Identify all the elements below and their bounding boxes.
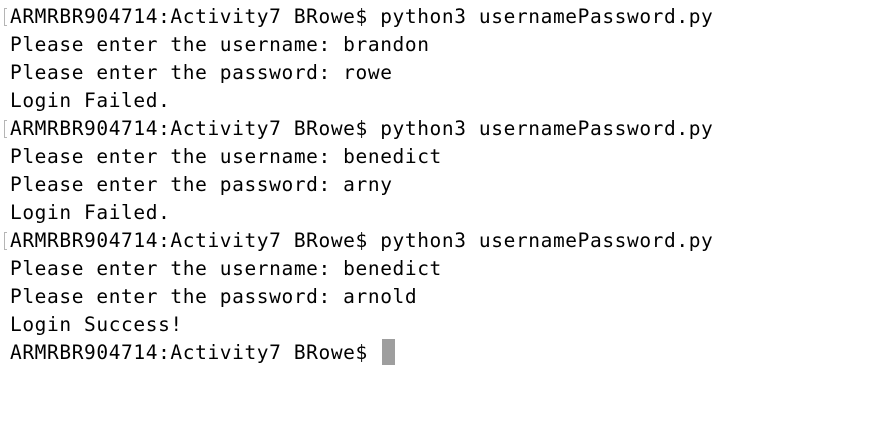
terminal-line: Please enter the username: brandon xyxy=(0,31,878,59)
terminal-line-text: Login Failed. xyxy=(10,201,171,224)
terminal-line: ARMRBR904714:Activity7 BRowe$ python3 us… xyxy=(0,115,878,143)
terminal-line-text: ARMRBR904714:Activity7 BRowe$ python3 us… xyxy=(10,5,714,28)
terminal-line-text: Please enter the username: brandon xyxy=(10,33,430,56)
terminal-line-text: ARMRBR904714:Activity7 BRowe$ python3 us… xyxy=(10,229,714,252)
terminal-line: ARMRBR904714:Activity7 BRowe$ python3 us… xyxy=(0,227,878,255)
terminal-line-text: Login Success! xyxy=(10,313,183,336)
terminal-line: Login Failed. xyxy=(0,87,878,115)
terminal-line-text: Please enter the username: benedict xyxy=(10,257,442,280)
terminal-line-text: Please enter the password: arny xyxy=(10,173,393,196)
terminal-window[interactable]: ARMRBR904714:Activity7 BRowe$ python3 us… xyxy=(0,0,878,422)
terminal-prompt: ARMRBR904714:Activity7 BRowe$ xyxy=(10,341,381,364)
terminal-output: ARMRBR904714:Activity7 BRowe$ python3 us… xyxy=(0,3,878,339)
terminal-line: Please enter the username: benedict xyxy=(0,255,878,283)
terminal-line-text: Please enter the password: arnold xyxy=(10,285,418,308)
terminal-line: Please enter the username: benedict xyxy=(0,143,878,171)
terminal-line-text: Please enter the password: rowe xyxy=(10,61,393,84)
terminal-line-text: ARMRBR904714:Activity7 BRowe$ python3 us… xyxy=(10,117,714,140)
terminal-line: Please enter the password: arnold xyxy=(0,283,878,311)
terminal-line: Please enter the password: arny xyxy=(0,171,878,199)
terminal-line: Login Failed. xyxy=(0,199,878,227)
terminal-line: Please enter the password: rowe xyxy=(0,59,878,87)
terminal-line: ARMRBR904714:Activity7 BRowe$ python3 us… xyxy=(0,3,878,31)
terminal-line-text: Login Failed. xyxy=(10,89,171,112)
text-cursor xyxy=(382,339,396,365)
command-mark-icon xyxy=(4,120,7,138)
command-mark-icon xyxy=(4,232,7,250)
terminal-line-text: Please enter the username: benedict xyxy=(10,145,442,168)
terminal-line: Login Success! xyxy=(0,311,878,339)
terminal-prompt-line[interactable]: ARMRBR904714:Activity7 BRowe$ xyxy=(0,339,878,367)
command-mark-icon xyxy=(4,8,7,26)
